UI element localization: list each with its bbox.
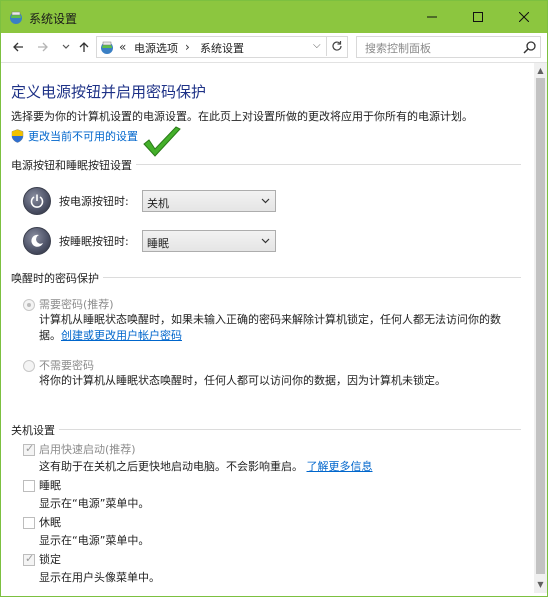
breadcrumb-overflow[interactable]: « <box>119 40 126 54</box>
close-icon <box>519 12 529 22</box>
sleep-description: 显示在“电源”菜单中。 <box>39 497 150 510</box>
scrollbar-thumb[interactable] <box>536 78 545 574</box>
fast-startup-description: 这有助于在关机之后更快地启动电脑。不会影响重启。 了解更多信息 <box>39 458 373 474</box>
lock-label[interactable]: 锁定 <box>39 551 61 567</box>
breadcrumb-power-options[interactable]: 电源选项 <box>134 40 178 56</box>
group-divider <box>11 429 521 430</box>
search-icon[interactable] <box>523 40 537 54</box>
no-password-description: 将你的计算机从睡眠状态唤醒时，任何人都可以访问你的数据，因为计算机未锁定。 <box>39 374 446 387</box>
power-button-label: 按电源按钮时: <box>59 195 129 208</box>
hibernate-label[interactable]: 休眠 <box>39 514 61 530</box>
change-unavailable-settings-link[interactable]: 更改当前不可用的设置 <box>11 128 138 144</box>
sleep-label[interactable]: 睡眠 <box>39 477 61 493</box>
hibernate-description: 显示在“电源”菜单中。 <box>39 534 150 547</box>
fast-startup-checkbox[interactable] <box>23 442 35 456</box>
power-button-row: 按电源按钮时: 关机 <box>23 187 276 215</box>
chevron-down-icon <box>62 44 70 49</box>
sleep-button-row: 按睡眠按钮时: 睡眠 <box>23 227 276 255</box>
fast-startup-label[interactable]: 启用快速启动(推荐) <box>39 441 136 457</box>
up-button[interactable] <box>75 38 93 56</box>
power-icon <box>23 187 51 215</box>
sleep-icon <box>23 227 51 255</box>
page-title: 定义电源按钮并启用密码保护 <box>11 83 207 101</box>
forward-arrow-icon <box>38 42 48 52</box>
window: 系统设置 « 电源选项 › 系统设置 ⌵ 搜索控制面板 定义电源按钮并启用密码保… <box>0 0 548 597</box>
shield-icon <box>11 129 24 143</box>
minimize-button[interactable] <box>409 1 455 33</box>
recent-locations-button[interactable] <box>57 38 75 56</box>
scroll-down-icon[interactable]: ▼ <box>534 578 547 591</box>
title-bar[interactable]: 系统设置 <box>1 1 547 33</box>
control-panel-icon <box>101 41 113 54</box>
require-password-desc-line1: 计算机从睡眠状态唤醒时，如果未输入正确的密码来解除计算机锁定，任何人都无法访问你… <box>39 313 501 326</box>
require-password-description: 计算机从睡眠状态唤醒时，如果未输入正确的密码来解除计算机锁定，任何人都无法访问你… <box>39 312 509 344</box>
back-button[interactable] <box>9 38 27 56</box>
back-arrow-icon <box>13 42 23 52</box>
require-password-radio[interactable] <box>23 299 35 311</box>
require-password-desc-line2: 据。 <box>39 329 61 342</box>
change-link-label[interactable]: 更改当前不可用的设置 <box>28 128 138 144</box>
power-button-action-select[interactable]: 关机 <box>142 190 276 212</box>
chevron-down-icon <box>261 198 270 204</box>
refresh-button[interactable] <box>326 36 346 56</box>
search-placeholder: 搜索控制面板 <box>365 42 431 55</box>
shutdown-group-title: 关机设置 <box>11 422 59 438</box>
sleep-checkbox[interactable] <box>23 480 35 492</box>
settings-content: 定义电源按钮并启用密码保护 选择要为你的计算机设置的电源设置。在此页上对设置所做… <box>1 63 534 593</box>
control-panel-icon <box>10 11 22 24</box>
wake-password-group-title: 唤醒时的密码保护 <box>11 270 103 286</box>
forward-button[interactable] <box>34 38 52 56</box>
scroll-up-icon[interactable]: ▲ <box>534 64 547 77</box>
vertical-scrollbar[interactable]: ▲ ▼ <box>534 63 547 593</box>
breadcrumb-system-settings[interactable]: 系统设置 <box>200 40 244 56</box>
up-arrow-icon <box>79 42 89 52</box>
breadcrumb-separator[interactable]: › <box>185 40 190 54</box>
maximize-icon <box>473 12 483 22</box>
minimize-icon <box>427 16 437 18</box>
require-password-label[interactable]: 需要密码(推荐) <box>39 296 114 312</box>
page-description: 选择要为你的计算机设置的电源设置。在此页上对设置所做的更改将应用于你所有的电源计… <box>11 110 473 123</box>
sleep-button-action-value: 睡眠 <box>147 237 169 250</box>
window-title: 系统设置 <box>29 12 78 26</box>
learn-more-link[interactable]: 了解更多信息 <box>307 460 373 473</box>
maximize-button[interactable] <box>455 1 501 33</box>
no-password-radio[interactable] <box>23 360 35 372</box>
address-bar[interactable]: « 电源选项 › 系统设置 ⌵ <box>96 36 348 58</box>
check-annotation-icon <box>143 126 181 157</box>
close-button[interactable] <box>501 1 547 33</box>
lock-checkbox[interactable] <box>23 552 35 566</box>
chevron-down-icon <box>261 238 270 244</box>
sleep-button-action-select[interactable]: 睡眠 <box>142 230 276 252</box>
lock-description: 显示在用户头像菜单中。 <box>39 571 160 584</box>
power-buttons-group-title: 电源按钮和睡眠按钮设置 <box>11 157 136 173</box>
sleep-button-label: 按睡眠按钮时: <box>59 235 129 248</box>
fast-startup-desc-text: 这有助于在关机之后更快地启动电脑。不会影响重启。 <box>39 460 303 473</box>
create-password-link[interactable]: 创建或更改用户帐户密码 <box>61 329 182 342</box>
no-password-label[interactable]: 不需要密码 <box>39 357 94 373</box>
refresh-icon <box>331 41 342 51</box>
power-button-action-value: 关机 <box>147 197 169 210</box>
search-box[interactable]: 搜索控制面板 <box>356 36 541 58</box>
hibernate-checkbox[interactable] <box>23 517 35 529</box>
address-dropdown-icon[interactable]: ⌵ <box>313 40 321 51</box>
